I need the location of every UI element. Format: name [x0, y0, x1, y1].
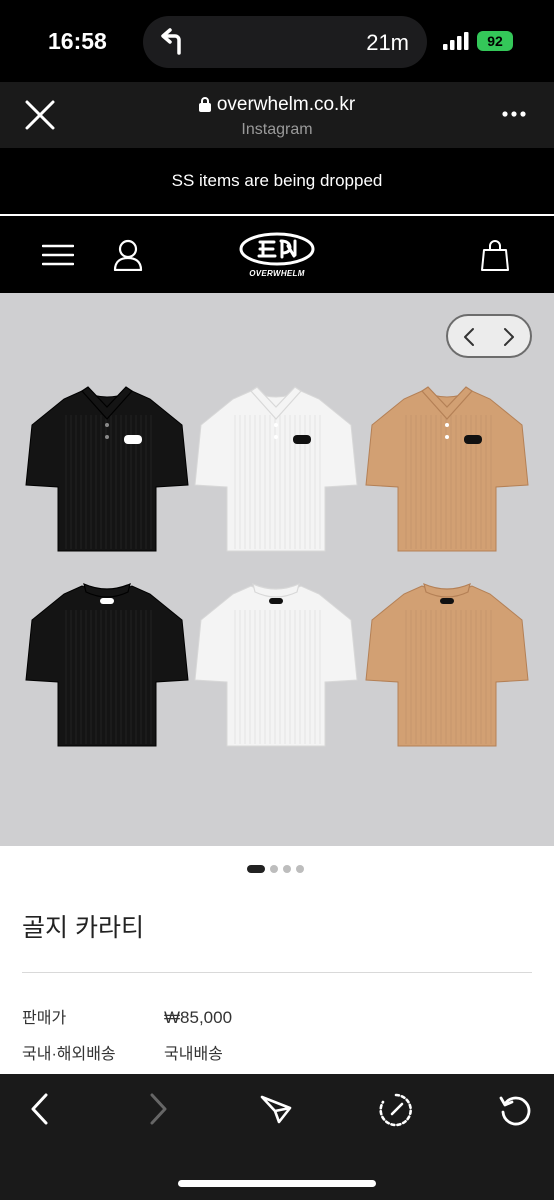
home-indicator: [178, 1180, 376, 1187]
polo-shirt-back-3: [365, 582, 529, 747]
battery-icon: 92: [477, 31, 513, 51]
status-bar: 16:58 21m 92: [0, 0, 554, 82]
hamburger-menu-icon[interactable]: [42, 244, 74, 266]
shopping-bag-icon[interactable]: [481, 239, 509, 271]
back-icon[interactable]: [28, 1092, 52, 1126]
pagination-dot-3[interactable]: [283, 864, 291, 873]
status-time: 16:58: [48, 28, 107, 54]
in-app-browser-header: overwhelm.co.kr Instagram: [0, 82, 554, 148]
cellular-signal-icon: [443, 32, 469, 50]
price-row: 판매가 ₩85,000: [22, 1004, 232, 1028]
product-image-gallery[interactable]: [0, 293, 554, 846]
pagination-dot-1[interactable]: [247, 864, 265, 873]
polo-shirt-back-1: [25, 582, 189, 747]
gallery-arrow-controls: [446, 314, 532, 358]
more-options-icon[interactable]: [502, 110, 526, 118]
share-icon[interactable]: [259, 1092, 293, 1126]
gallery-pagination[interactable]: [247, 860, 309, 873]
browser-source-label: Instagram: [241, 121, 313, 138]
product-title: 골지 카라티: [22, 914, 144, 942]
info-divider: [22, 972, 532, 973]
site-navigation: OVERWHELM: [0, 216, 554, 293]
shipping-value: 국내배송: [164, 1046, 223, 1063]
shipping-row: 국내·해외배송 국내배송: [22, 1040, 223, 1064]
price-value: ₩85,000: [164, 1008, 233, 1027]
url-text: overwhelm.co.kr: [216, 94, 356, 115]
compass-icon[interactable]: [378, 1092, 414, 1128]
pagination-dot-2[interactable]: [270, 864, 278, 873]
polo-shirt-back-2: [194, 582, 358, 747]
turn-left-arrow-icon: [161, 28, 181, 55]
announcement-bar[interactable]: SS items are being dropped: [0, 148, 554, 214]
pagination-dot-4[interactable]: [296, 864, 304, 873]
brand-wordmark: OVERWHELM: [249, 269, 305, 278]
navigation-distance: 21m: [366, 30, 409, 55]
gallery-next-icon[interactable]: [496, 326, 520, 348]
reload-icon[interactable]: [497, 1092, 533, 1128]
shipping-label: 국내·해외배송: [22, 1046, 116, 1063]
polo-shirt-front-2: [194, 386, 358, 552]
product-info: 골지 카라티 판매가 ₩85,000 국내·해외배송 국내배송: [0, 846, 554, 1074]
brand-emblem-icon: [239, 232, 315, 266]
brand-logo[interactable]: OVERWHELM: [238, 232, 316, 278]
url-display[interactable]: overwhelm.co.kr: [0, 94, 554, 116]
polo-shirt-front-1: [25, 386, 189, 552]
price-label: 판매가: [22, 1010, 67, 1027]
forward-icon[interactable]: [146, 1092, 170, 1126]
lock-icon: [198, 97, 211, 113]
gallery-prev-icon[interactable]: [458, 326, 482, 348]
dynamic-island[interactable]: 21m: [143, 16, 427, 68]
polo-shirt-front-3: [365, 386, 529, 552]
account-icon[interactable]: [113, 239, 143, 271]
